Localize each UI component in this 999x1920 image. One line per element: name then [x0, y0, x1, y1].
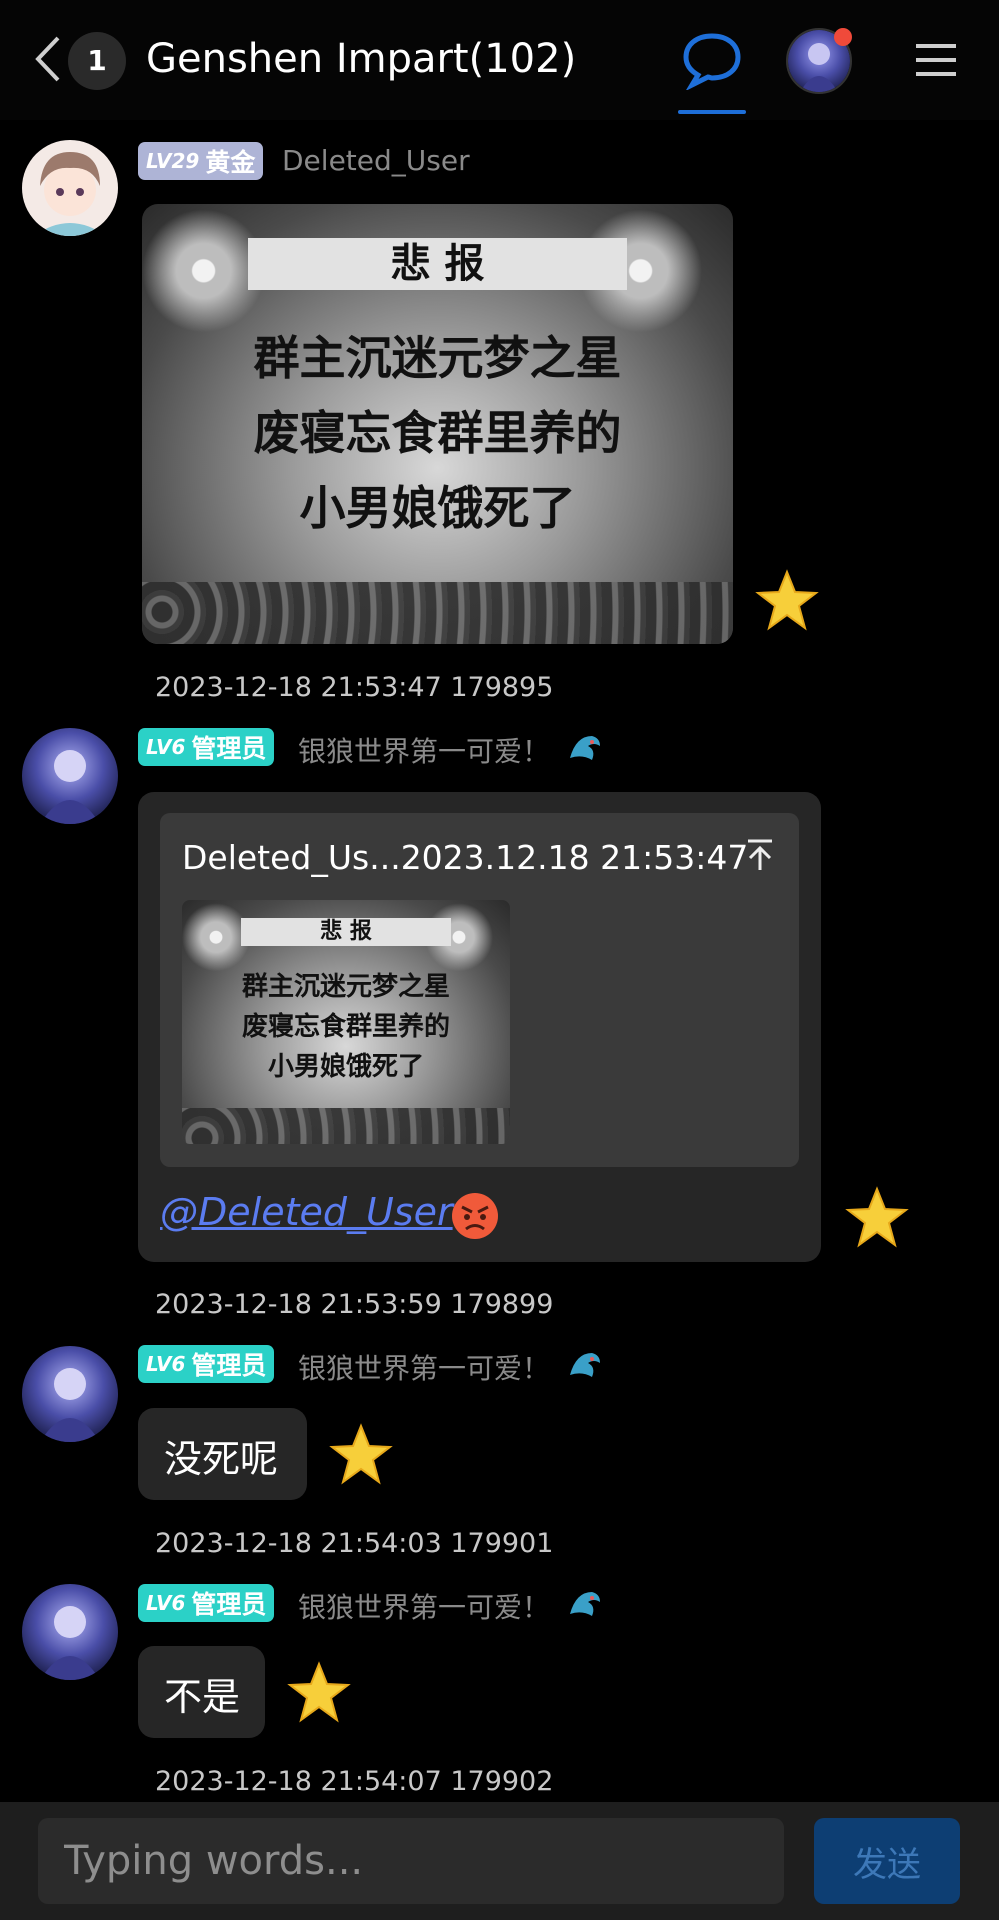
star-reaction-icon[interactable]: [754, 568, 820, 634]
message-timestamp: 2023-12-18 21:53:59 179899: [155, 1289, 554, 1320]
level-title: 管理员: [191, 734, 267, 763]
star-reaction-icon[interactable]: [286, 1660, 352, 1726]
sender-name[interactable]: 银狼世界第一可爱！: [298, 1586, 550, 1626]
meme-line: 废寝忘食群里养的: [241, 1012, 450, 1042]
avatar-image: [22, 1346, 118, 1442]
sender-name[interactable]: Deleted_User: [282, 144, 470, 177]
meme-line: 群主沉迷元梦之星: [253, 331, 622, 385]
chevron-left-icon: [35, 36, 60, 82]
mention-link[interactable]: @Deleted_User: [160, 1190, 453, 1234]
level-code: LV6: [146, 1352, 186, 1376]
level-badge: LV6 管理员: [138, 1345, 275, 1383]
back-button[interactable]: [30, 34, 66, 84]
quoted-meme-image[interactable]: 悲 报 群主沉迷元梦之星 废寝忘食群里养的 小男娘饿死了: [182, 900, 510, 1144]
level-code: LV29: [146, 149, 200, 173]
user-avatar[interactable]: [22, 1346, 118, 1442]
sunflower-border: [182, 1108, 510, 1144]
level-badge: LV6 管理员: [138, 1584, 275, 1622]
meme-image[interactable]: 悲 报 群主沉迷元梦之星 废寝忘食群里养的 小男娘饿死了: [142, 204, 733, 644]
message-timestamp: 2023-12-18 21:54:03 179901: [155, 1528, 554, 1559]
chat-bubble-icon: [683, 33, 741, 92]
meme-title: 悲 报: [241, 918, 451, 946]
star-reaction-icon[interactable]: [844, 1185, 910, 1251]
angry-emoji-icon: [450, 1191, 500, 1245]
user-avatar[interactable]: [22, 728, 118, 824]
level-title: 黄金: [205, 148, 256, 177]
level-code: LV6: [146, 1591, 186, 1615]
level-code: LV6: [146, 735, 186, 759]
unread-count-badge[interactable]: 1: [68, 32, 126, 90]
sender-name[interactable]: 银狼世界第一可爱！: [298, 1347, 550, 1387]
message-timestamp: 2023-12-18 21:53:47 179895: [155, 672, 554, 703]
meme-line: 群主沉迷元梦之星: [241, 972, 450, 1002]
user-avatar[interactable]: [22, 140, 118, 236]
dragon-badge-icon: [566, 728, 604, 766]
level-badge: LV29 黄金: [138, 142, 264, 180]
tab-chat[interactable]: [678, 30, 746, 92]
dragon-badge-icon: [566, 1345, 604, 1383]
quoted-message-header: Deleted_Us...2023.12.18 21:53:47: [182, 838, 749, 877]
meme-line: 废寝忘食群里养的: [253, 406, 622, 460]
avatar-image: [22, 1584, 118, 1680]
meme-line: 小男娘饿死了: [267, 1052, 424, 1082]
jump-to-top-icon[interactable]: [744, 838, 776, 872]
menu-button[interactable]: [914, 38, 958, 82]
message-input[interactable]: [38, 1818, 784, 1904]
sunflower-border: [142, 582, 733, 644]
message-timestamp: 2023-12-18 21:54:07 179902: [155, 1766, 554, 1797]
avatar-image: [22, 728, 118, 824]
message-text: 没死呢: [164, 1437, 279, 1481]
meme-line: 小男娘饿死了: [299, 481, 576, 535]
avatar-image: [22, 140, 118, 236]
level-title: 管理员: [191, 1351, 267, 1380]
level-title: 管理员: [191, 1590, 267, 1619]
level-badge: LV6 管理员: [138, 728, 275, 766]
notification-dot: [834, 28, 852, 46]
sender-name[interactable]: 银狼世界第一可爱！: [298, 730, 550, 770]
user-avatar[interactable]: [22, 1584, 118, 1680]
meme-title: 悲 报: [248, 238, 627, 290]
group-title: Genshen Impart(102): [146, 36, 577, 82]
send-button[interactable]: 发送: [814, 1818, 960, 1904]
hamburger-menu-icon: [916, 44, 956, 76]
dragon-badge-icon: [566, 1584, 604, 1622]
message-text: 不是: [164, 1675, 241, 1719]
star-reaction-icon[interactable]: [328, 1422, 394, 1488]
active-tab-indicator: [678, 110, 746, 114]
